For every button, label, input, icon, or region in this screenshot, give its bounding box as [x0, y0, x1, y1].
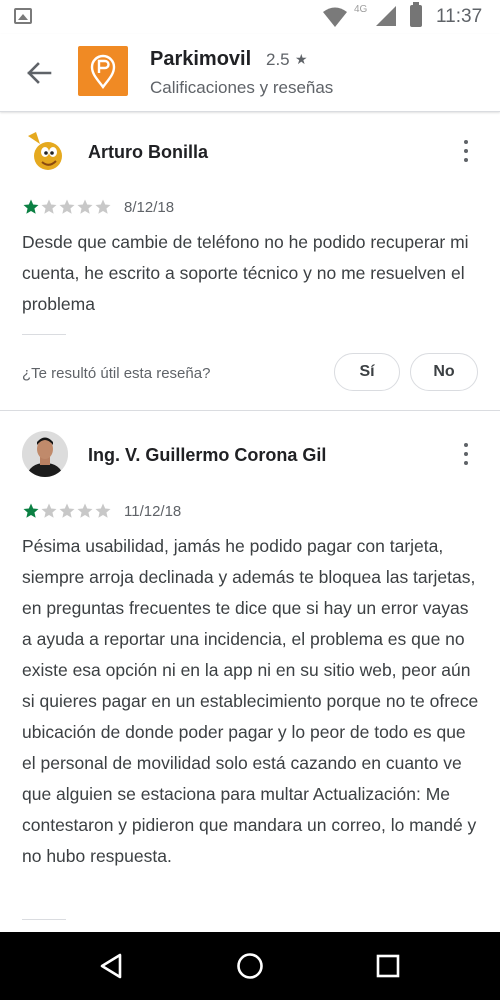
page-subtitle: Calificaciones y reseñas [150, 78, 334, 97]
helpful-question: ¿Te resultó útil esta reseña? [22, 365, 211, 382]
status-bar: 4G 11:37 [0, 0, 500, 34]
cartoon-avatar-icon [28, 132, 62, 170]
star-empty-icon [77, 503, 93, 518]
divider [22, 919, 66, 920]
image-notification-icon [14, 8, 32, 24]
battery-icon [410, 2, 422, 27]
avatar[interactable] [22, 128, 68, 174]
star-rating [22, 502, 112, 520]
star-empty-icon [41, 503, 57, 518]
parking-pin-icon [90, 54, 116, 89]
star-rating [22, 198, 112, 216]
app-rating: 2.5 [266, 50, 290, 69]
app-name: Parkimovil [150, 48, 252, 70]
clock: 11:37 [436, 6, 483, 27]
more-vert-icon[interactable] [456, 441, 476, 469]
wifi-icon [323, 7, 347, 27]
review-date: 8/12/18 [124, 199, 175, 216]
helpful-no-button[interactable]: No [410, 353, 478, 391]
review-text: Desde que cambie de teléfono no he podid… [22, 232, 469, 314]
star-filled-icon [23, 199, 39, 214]
star-empty-icon [95, 503, 111, 518]
triangle-back-icon[interactable] [96, 950, 128, 982]
arrow-back-icon[interactable] [22, 56, 56, 90]
network-type-label: 4G [354, 4, 368, 15]
app-logo[interactable] [78, 46, 128, 96]
star-empty-icon [41, 199, 57, 214]
helpful-yes-button[interactable]: Sí [334, 353, 400, 391]
review-author: Arturo Bonilla [88, 142, 208, 162]
star-empty-icon [77, 199, 93, 214]
review-card: Ing. V. Guillermo Corona Gil 11/12/18 Pé… [0, 411, 500, 931]
review-text: Pésima usabilidad, jamás he podido pagar… [22, 536, 479, 866]
star-empty-icon [59, 503, 75, 518]
square-recents-icon[interactable] [372, 950, 404, 982]
review-card: Arturo Bonilla 8/12/18 Desde que cambie … [0, 112, 500, 410]
star-empty-icon [59, 199, 75, 214]
more-vert-icon[interactable] [456, 138, 476, 166]
app-header: Parkimovil 2.5 ★ Calificaciones y reseña… [0, 34, 500, 112]
person-avatar-icon [22, 431, 68, 477]
rating-star-icon: ★ [295, 51, 308, 67]
review-author: Ing. V. Guillermo Corona Gil [88, 445, 327, 465]
signal-icon [376, 6, 396, 26]
review-date: 11/12/18 [124, 503, 182, 520]
avatar[interactable] [22, 431, 68, 477]
circle-home-icon[interactable] [234, 950, 266, 982]
star-empty-icon [95, 199, 111, 214]
system-navigation-bar [0, 932, 500, 1000]
star-filled-icon [23, 503, 39, 518]
divider [22, 334, 66, 335]
